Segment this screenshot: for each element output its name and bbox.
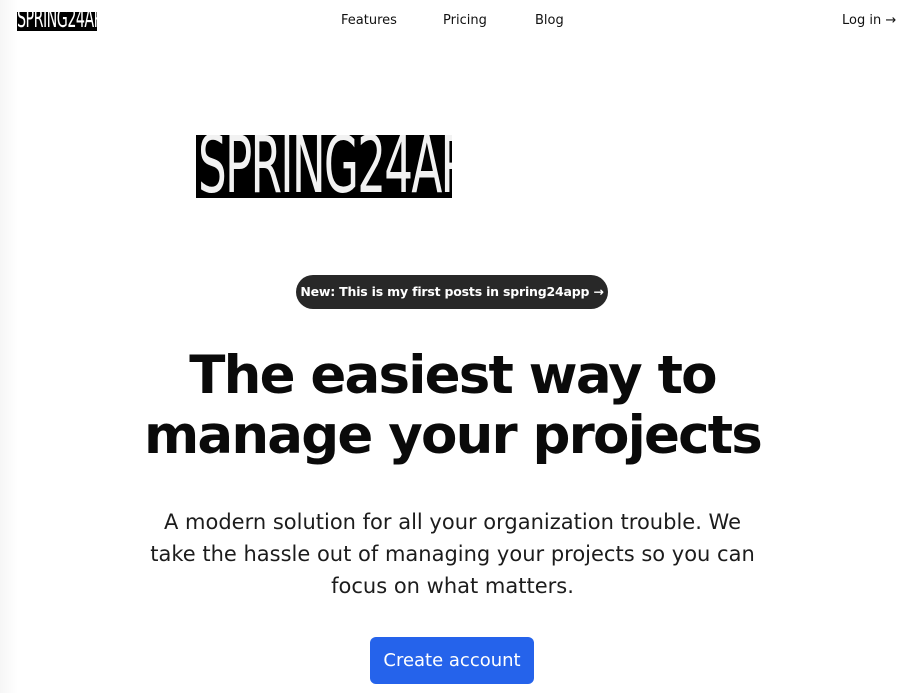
headline-line-2: manage your projects <box>143 405 763 466</box>
create-account-label: Create account <box>383 649 521 671</box>
nav-link-blog[interactable]: Blog <box>535 13 564 29</box>
hero-description: A modern solution for all your organizat… <box>150 510 755 598</box>
announcement-pill[interactable]: New: This is my first posts in spring24a… <box>296 275 608 309</box>
header-logo-text: SPRING24APP <box>17 12 97 31</box>
headline-line-1: The easiest way to <box>189 345 717 406</box>
create-account-button[interactable]: Create account <box>370 637 534 684</box>
hero-logo-image: SPRING24APP <box>196 135 452 198</box>
hero-logo-text: SPRING24APP <box>198 135 452 198</box>
nav-link-pricing[interactable]: Pricing <box>443 13 487 29</box>
top-navigation-bar: SPRING24APP Features Pricing Blog Log in… <box>0 0 901 44</box>
announcement-text: New: This is my first posts in spring24a… <box>300 284 604 299</box>
login-link[interactable]: Log in → <box>842 13 896 29</box>
hero-headline: The easiest way to manage your projects <box>100 346 805 466</box>
header-logo[interactable]: SPRING24APP <box>17 12 97 31</box>
page-edge-shade <box>0 0 18 693</box>
nav-link-features[interactable]: Features <box>341 13 397 29</box>
